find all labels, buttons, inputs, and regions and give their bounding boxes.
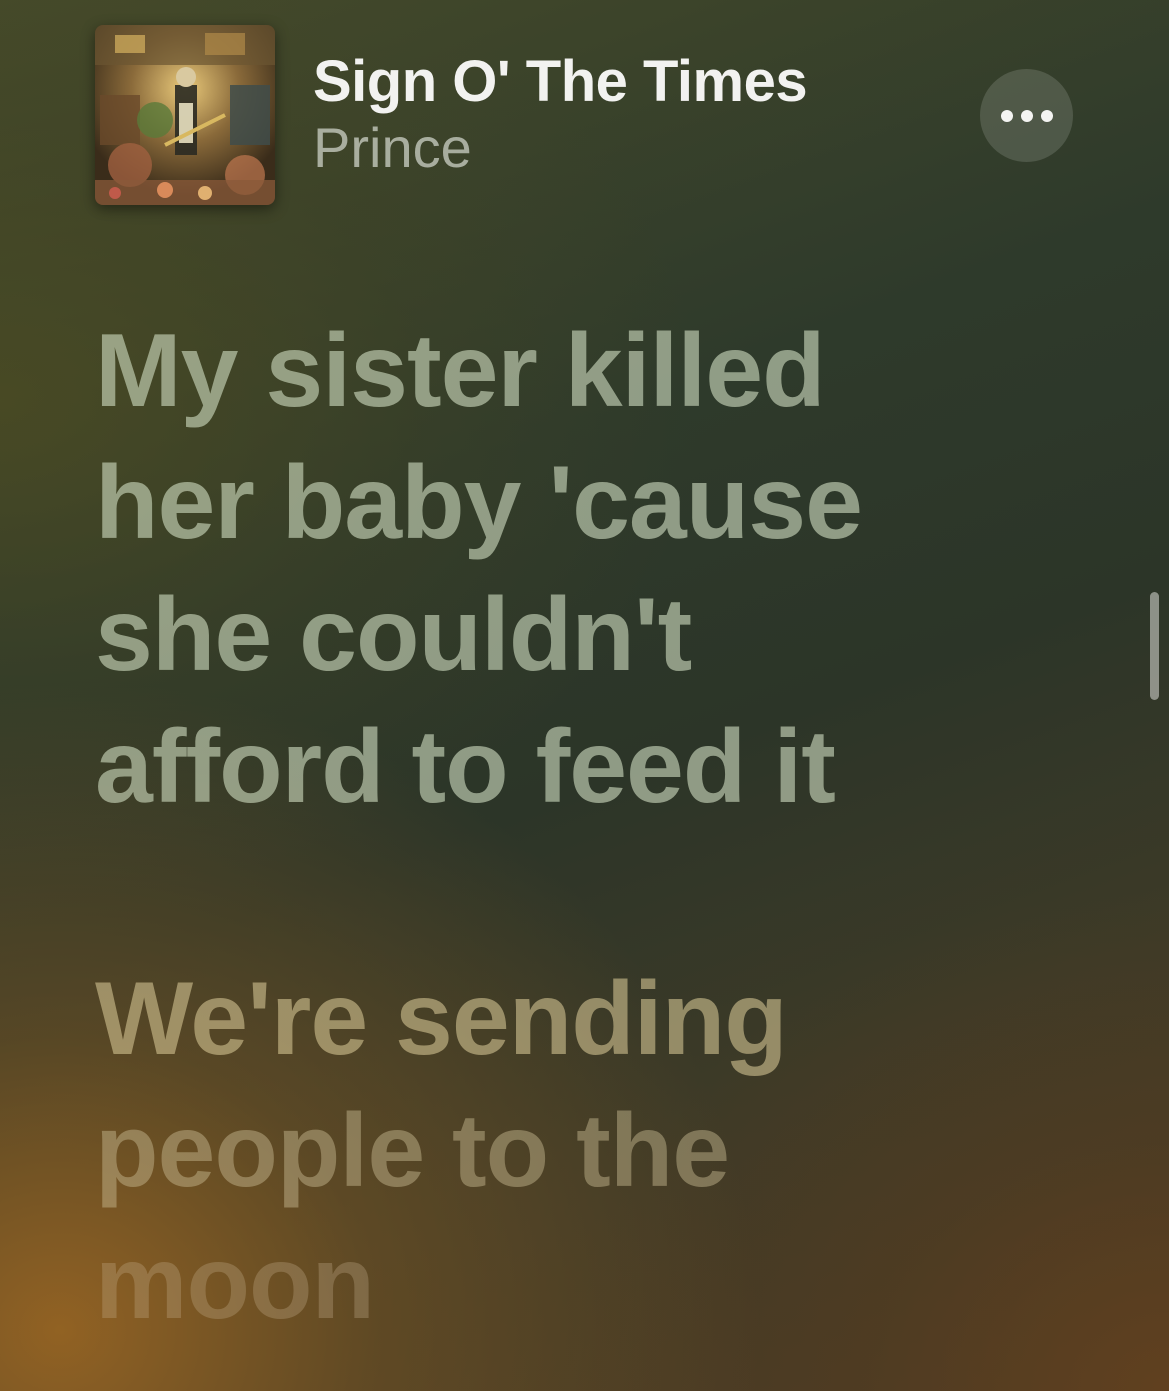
lyrics-stanza: My sister killed her baby 'cause she cou… <box>95 305 1095 833</box>
lyric-line[interactable]: her baby 'cause <box>95 437 1095 569</box>
more-options-button[interactable] <box>980 69 1073 162</box>
album-cover-art-icon <box>95 25 275 205</box>
lyric-line[interactable]: people to the <box>95 1085 1095 1217</box>
ellipsis-icon <box>997 109 1057 122</box>
lyrics-view[interactable]: My sister killed her baby 'cause she cou… <box>95 305 1095 1349</box>
album-art[interactable] <box>95 25 275 205</box>
scrollbar[interactable] <box>1150 592 1159 700</box>
lyric-line[interactable]: We're sending <box>95 953 1095 1085</box>
lyric-line[interactable]: moon <box>95 1217 1095 1349</box>
lyrics-stanza: We're sending people to the moon <box>95 953 1095 1349</box>
lyric-line[interactable]: My sister killed <box>95 305 1095 437</box>
track-artist[interactable]: Prince <box>313 115 472 180</box>
lyric-line[interactable]: she couldn't <box>95 569 1095 701</box>
track-title: Sign O' The Times <box>313 49 808 114</box>
lyric-line[interactable]: afford to feed it <box>95 701 1095 833</box>
